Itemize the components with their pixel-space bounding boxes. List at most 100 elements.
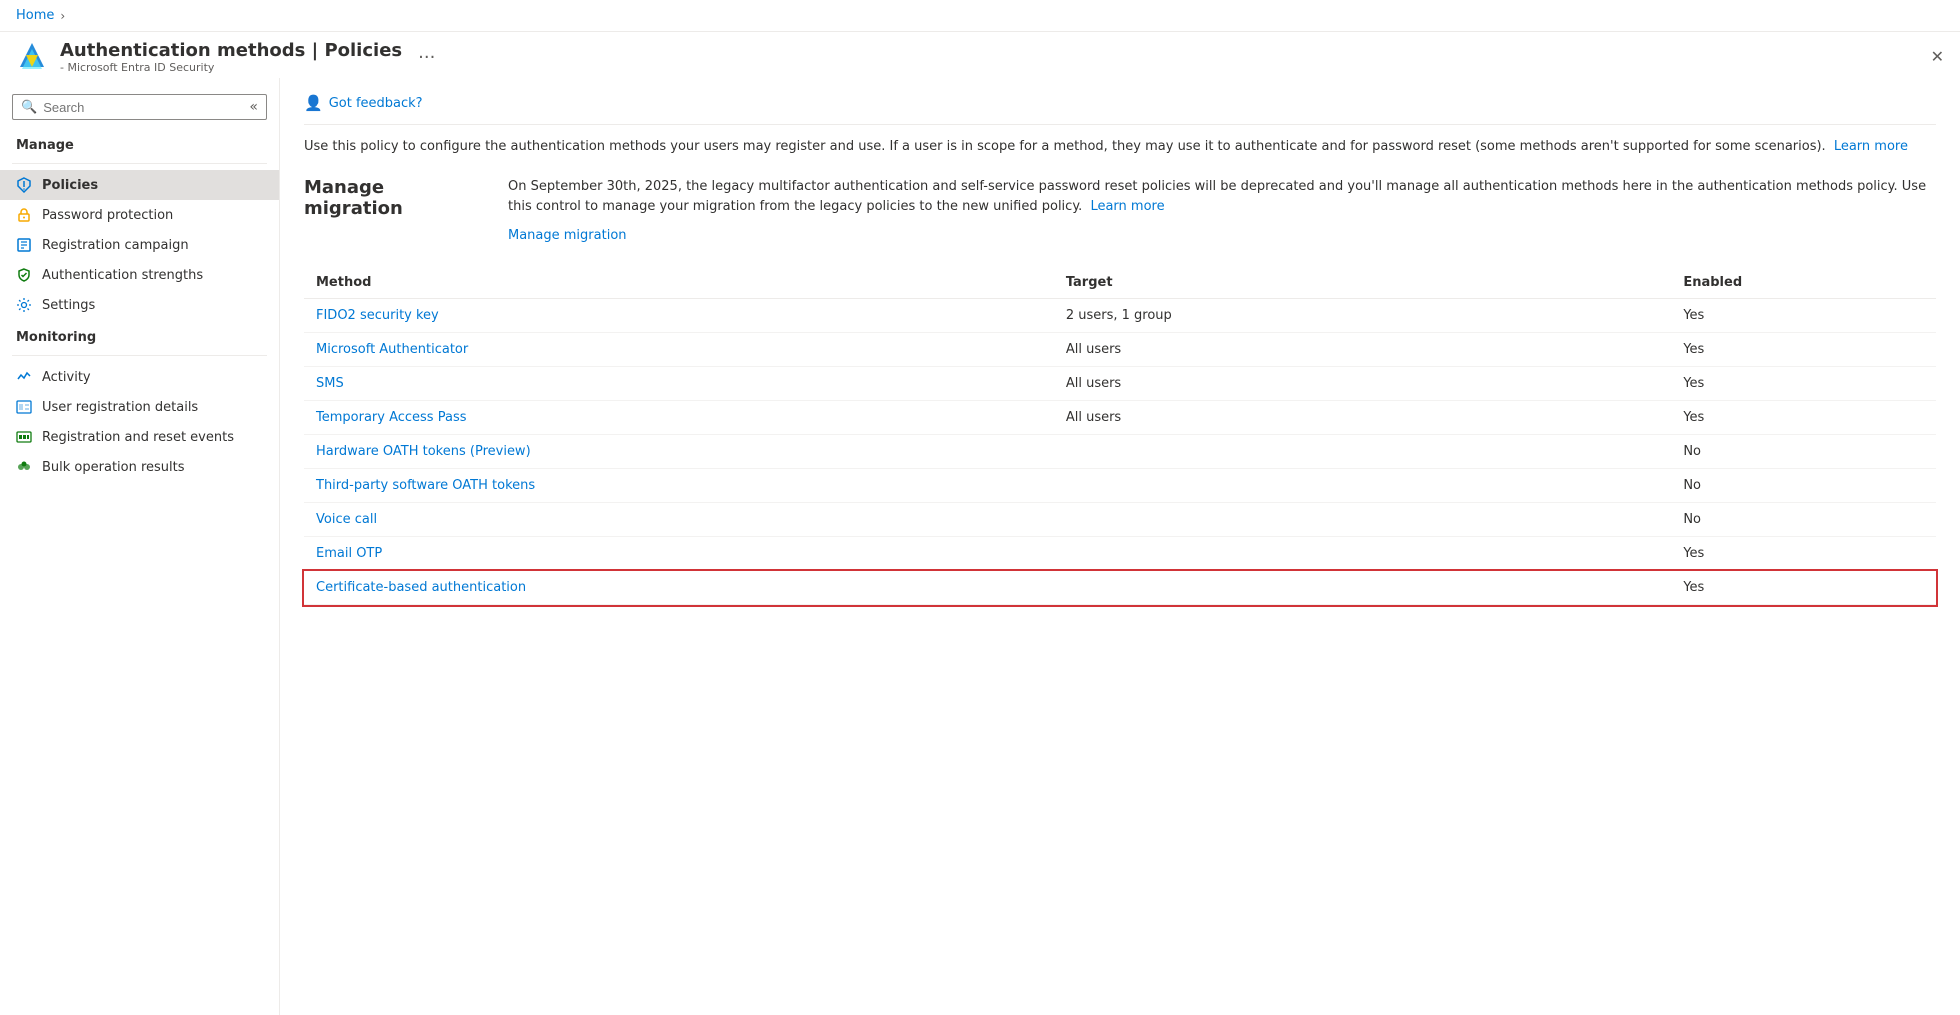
- manage-section-label: Manage: [0, 128, 279, 157]
- migration-section: Manage migration On September 30th, 2025…: [304, 177, 1936, 244]
- title-text: Authentication methods | Policies - Micr…: [60, 40, 402, 74]
- top-bar: Home ›: [0, 0, 1960, 32]
- migration-desc: On September 30th, 2025, the legacy mult…: [508, 177, 1936, 219]
- method-cell[interactable]: Email OTP: [304, 537, 1054, 571]
- policies-label: Policies: [42, 178, 98, 193]
- sidebar-item-bulk-operation[interactable]: Bulk operation results: [0, 452, 279, 482]
- sidebar-item-registration-campaign[interactable]: Registration campaign: [0, 230, 279, 260]
- settings-label: Settings: [42, 298, 95, 313]
- settings-icon: [16, 297, 32, 313]
- sidebar-item-policies[interactable]: Policies: [0, 170, 279, 200]
- table-row[interactable]: FIDO2 security key 2 users, 1 group Yes: [304, 299, 1936, 333]
- feedback-label[interactable]: Got feedback?: [329, 96, 423, 111]
- col-enabled-header: Enabled: [1671, 267, 1936, 299]
- table-row[interactable]: Voice call No: [304, 503, 1936, 537]
- target-cell: [1054, 503, 1672, 537]
- method-cell[interactable]: Hardware OATH tokens (Preview): [304, 435, 1054, 469]
- enabled-cell: Yes: [1671, 367, 1936, 401]
- enabled-cell: No: [1671, 503, 1936, 537]
- table-row[interactable]: Hardware OATH tokens (Preview) No: [304, 435, 1936, 469]
- manage-migration-link[interactable]: Manage migration: [508, 228, 1936, 243]
- enabled-cell: Yes: [1671, 401, 1936, 435]
- target-cell: All users: [1054, 367, 1672, 401]
- table-row[interactable]: Microsoft Authenticator All users Yes: [304, 333, 1936, 367]
- policy-desc-text: Use this policy to configure the authent…: [304, 139, 1826, 154]
- table-row[interactable]: SMS All users Yes: [304, 367, 1936, 401]
- shield-icon: [16, 267, 32, 283]
- password-icon: [16, 207, 32, 223]
- enabled-cell: Yes: [1671, 333, 1936, 367]
- target-cell: [1054, 435, 1672, 469]
- breadcrumb: Home ›: [16, 8, 65, 23]
- monitoring-section-label: Monitoring: [0, 320, 279, 349]
- sidebar: 🔍 « Manage Policies Password protection …: [0, 78, 280, 1015]
- method-cell[interactable]: Microsoft Authenticator: [304, 333, 1054, 367]
- col-target-header: Target: [1054, 267, 1672, 299]
- enabled-cell: Yes: [1671, 571, 1936, 605]
- password-protection-label: Password protection: [42, 208, 173, 223]
- method-cell[interactable]: Voice call: [304, 503, 1054, 537]
- ellipsis-button[interactable]: ···: [418, 47, 435, 68]
- method-cell[interactable]: Third-party software OATH tokens: [304, 469, 1054, 503]
- main-layout: 🔍 « Manage Policies Password protection …: [0, 78, 1960, 1015]
- bulk-operation-label: Bulk operation results: [42, 460, 185, 475]
- target-cell: 2 users, 1 group: [1054, 299, 1672, 333]
- manage-divider: [12, 163, 267, 164]
- sidebar-item-reg-reset[interactable]: Registration and reset events: [0, 422, 279, 452]
- home-link[interactable]: Home: [16, 8, 54, 23]
- search-box[interactable]: 🔍 «: [12, 94, 267, 120]
- enabled-cell: No: [1671, 469, 1936, 503]
- search-input[interactable]: [43, 100, 243, 115]
- reg-reset-label: Registration and reset events: [42, 430, 234, 445]
- page-subtitle: - Microsoft Entra ID Security: [60, 61, 402, 74]
- col-method-header: Method: [304, 267, 1054, 299]
- content-area: 👤 Got feedback? Use this policy to confi…: [280, 78, 1960, 1015]
- activity-icon: [16, 369, 32, 385]
- target-cell: [1054, 469, 1672, 503]
- page-title: Authentication methods | Policies: [60, 40, 402, 61]
- migration-title: Manage migration: [304, 177, 484, 244]
- sidebar-item-auth-strengths[interactable]: Authentication strengths: [0, 260, 279, 290]
- target-cell: [1054, 571, 1672, 605]
- table-header-row: Method Target Enabled: [304, 267, 1936, 299]
- method-cell[interactable]: Temporary Access Pass: [304, 401, 1054, 435]
- method-cell[interactable]: FIDO2 security key: [304, 299, 1054, 333]
- target-cell: All users: [1054, 333, 1672, 367]
- sidebar-item-activity[interactable]: Activity: [0, 362, 279, 392]
- auth-strengths-label: Authentication strengths: [42, 268, 203, 283]
- close-button[interactable]: ✕: [1931, 47, 1944, 67]
- table-row[interactable]: Temporary Access Pass All users Yes: [304, 401, 1936, 435]
- user-reg-icon: [16, 399, 32, 415]
- policies-icon: [16, 177, 32, 193]
- table-row[interactable]: Certificate-based authentication Yes: [304, 571, 1936, 605]
- enabled-cell: No: [1671, 435, 1936, 469]
- enabled-cell: Yes: [1671, 299, 1936, 333]
- migration-content: On September 30th, 2025, the legacy mult…: [508, 177, 1936, 244]
- policy-description: Use this policy to configure the authent…: [304, 137, 1936, 157]
- target-cell: [1054, 537, 1672, 571]
- activity-label: Activity: [42, 370, 91, 385]
- collapse-icon[interactable]: «: [249, 99, 258, 115]
- enabled-cell: Yes: [1671, 537, 1936, 571]
- feedback-icon: 👤: [304, 94, 323, 112]
- registration-campaign-label: Registration campaign: [42, 238, 189, 253]
- app-icon: [16, 41, 48, 73]
- methods-table: Method Target Enabled FIDO2 security key…: [304, 267, 1936, 605]
- learn-more-policy-link[interactable]: Learn more: [1834, 139, 1908, 154]
- method-cell[interactable]: SMS: [304, 367, 1054, 401]
- feedback-bar: 👤 Got feedback?: [304, 94, 1936, 125]
- table-row[interactable]: Third-party software OATH tokens No: [304, 469, 1936, 503]
- monitoring-divider: [12, 355, 267, 356]
- reg-reset-icon: [16, 429, 32, 445]
- method-cell[interactable]: Certificate-based authentication: [304, 571, 1054, 605]
- sidebar-item-settings[interactable]: Settings: [0, 290, 279, 320]
- breadcrumb-separator: ›: [60, 9, 65, 23]
- user-registration-label: User registration details: [42, 400, 198, 415]
- bulk-icon: [16, 459, 32, 475]
- table-row[interactable]: Email OTP Yes: [304, 537, 1936, 571]
- sidebar-item-password-protection[interactable]: Password protection: [0, 200, 279, 230]
- learn-more-migration-link[interactable]: Learn more: [1090, 199, 1164, 214]
- target-cell: All users: [1054, 401, 1672, 435]
- migration-desc-text: On September 30th, 2025, the legacy mult…: [508, 179, 1926, 215]
- sidebar-item-user-registration[interactable]: User registration details: [0, 392, 279, 422]
